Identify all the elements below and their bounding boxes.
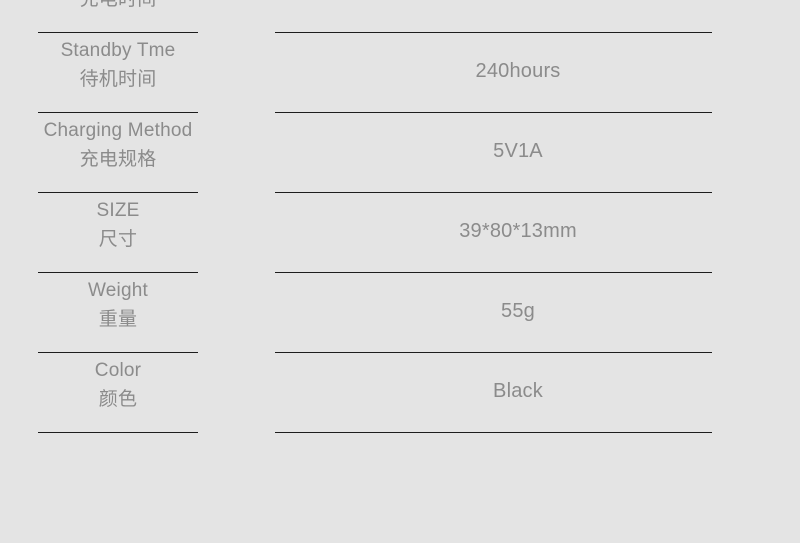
table-row: Color 颜色 Black: [0, 353, 800, 433]
spec-label-cell: Weight 重量: [0, 273, 236, 353]
spec-label-cn: 充电规格: [79, 149, 157, 170]
spec-value-cell: Black: [236, 353, 800, 433]
spec-label-cn: 颜色: [98, 389, 138, 410]
spec-sheet: Charging Time 充电时间 45Minutes Standby Tme…: [0, 0, 800, 543]
table-row: Weight 重量 55g: [0, 273, 800, 353]
spec-value-cell: 240hours: [236, 33, 800, 113]
spec-value: Black: [493, 380, 543, 402]
spec-label-cell: Color 颜色: [0, 353, 236, 433]
spec-value-cell: 39*80*13mm: [236, 193, 800, 273]
table-row: Charging Method 充电规格 5V1A: [0, 113, 800, 193]
spec-value-cell: 45Minutes: [236, 0, 800, 33]
spec-label-cn: 充电时间: [80, 0, 157, 15]
spec-value: 5V1A: [493, 140, 543, 162]
spec-label-cn: 待机时间: [79, 69, 157, 90]
spec-value: 39*80*13mm: [459, 220, 577, 242]
spec-label-cell: Charging Time 充电时间: [0, 0, 236, 33]
spec-value-cell: 5V1A: [236, 113, 800, 193]
spec-value: 55g: [501, 300, 535, 322]
spec-value-cell: 55g: [236, 273, 800, 353]
table-row: SIZE 尺寸 39*80*13mm: [0, 193, 800, 273]
spec-label-cn: 重量: [98, 309, 138, 330]
spec-label-en: Standby Tme: [60, 40, 176, 61]
spec-label-cell: SIZE 尺寸: [0, 193, 236, 273]
spec-label-cell: Standby Tme 待机时间: [0, 33, 236, 113]
table-row: Charging Time 充电时间 45Minutes: [0, 0, 800, 33]
spec-value: 240hours: [475, 60, 561, 82]
spec-label-en: Weight: [88, 280, 148, 301]
spec-label-cn: 尺寸: [98, 229, 138, 250]
spec-label-en: SIZE: [96, 200, 140, 221]
specification-table: Charging Time 充电时间 45Minutes Standby Tme…: [0, 0, 800, 433]
spec-label-en: Color: [94, 360, 142, 381]
spec-value: 45Minutes: [471, 0, 565, 4]
spec-label-en: Charging Method: [43, 120, 193, 141]
table-row: Standby Tme 待机时间 240hours: [0, 33, 800, 113]
spec-label-cell: Charging Method 充电规格: [0, 113, 236, 193]
